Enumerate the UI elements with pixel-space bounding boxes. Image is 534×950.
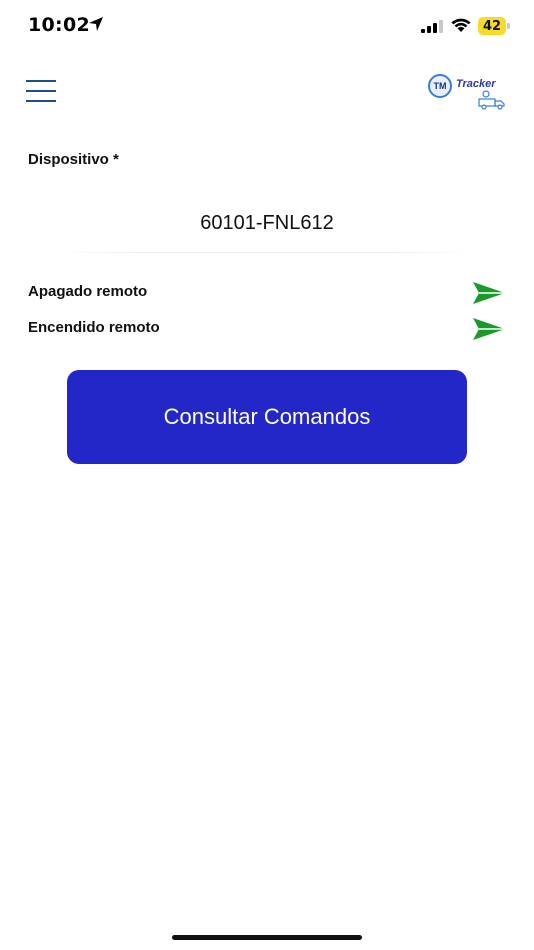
logo-badge: TM: [428, 74, 452, 98]
device-label: Dispositivo *: [28, 151, 119, 168]
menu-line: [26, 80, 56, 82]
home-indicator[interactable]: [172, 935, 362, 940]
menu-line: [26, 100, 56, 102]
command-row-apagado: Apagado remoto: [28, 280, 508, 306]
battery-level: 42: [478, 17, 506, 35]
battery-cap: [507, 23, 510, 29]
command-label: Encendido remoto: [28, 319, 160, 336]
device-field-underline: [60, 252, 470, 253]
truck-icon: [478, 90, 505, 110]
wifi-icon: [451, 18, 471, 32]
signal-icon: [421, 20, 443, 33]
battery-icon: 42: [478, 17, 510, 35]
device-select[interactable]: 60101-FNL612: [0, 212, 534, 235]
status-time: 10:02: [28, 14, 90, 36]
command-label: Apagado remoto: [28, 283, 148, 300]
send-icon[interactable]: [472, 280, 506, 306]
logo-text: Tracker: [456, 78, 496, 90]
hamburger-menu-icon[interactable]: [26, 78, 56, 104]
status-bar: 10:02 42: [0, 0, 534, 54]
tm-tracker-logo: TM Tracker: [424, 68, 510, 114]
send-icon[interactable]: [472, 316, 506, 342]
location-arrow-icon: [89, 17, 103, 31]
menu-line: [26, 90, 56, 92]
consult-commands-button[interactable]: Consultar Comandos: [67, 370, 467, 464]
command-row-encendido: Encendido remoto: [28, 316, 508, 342]
